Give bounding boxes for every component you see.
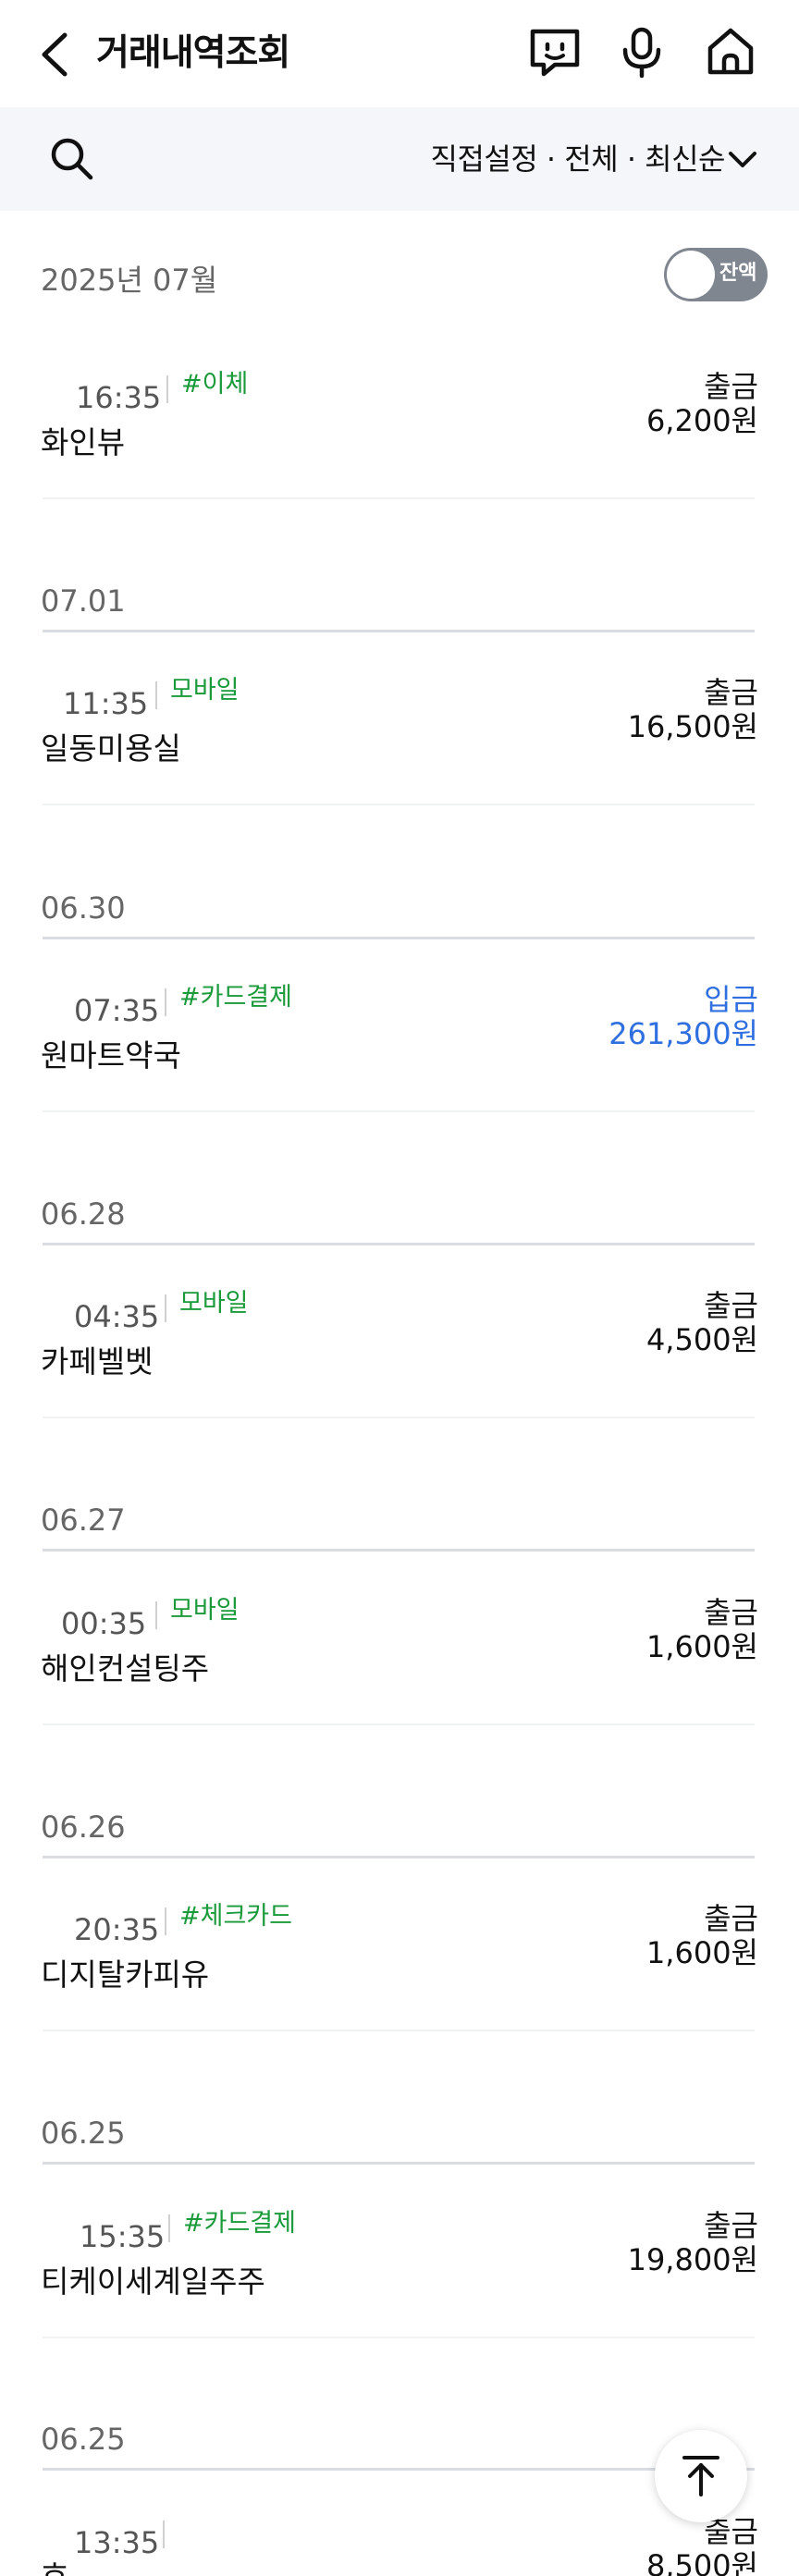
row-divider [43, 2030, 755, 2031]
transaction-type: 입금 [704, 982, 758, 1017]
date-divider [43, 2468, 755, 2471]
transaction-amount: 19,800원 [627, 2242, 758, 2277]
transaction-type: 출금 [704, 2208, 758, 2243]
date-divider [43, 937, 755, 939]
transaction-row[interactable]: 11:35 모바일 일동미용실 출금 16,500원 [0, 674, 799, 813]
microphone-icon[interactable] [614, 24, 670, 80]
scroll-top-button[interactable] [655, 2430, 747, 2522]
date-label: 06.27 [41, 1503, 126, 1538]
app-header: 거래내역조회 [0, 0, 799, 107]
date-divider [43, 630, 755, 632]
transaction-amount: 8,500원 [645, 2548, 758, 2576]
transaction-time: 04:35 [74, 1299, 160, 1334]
transaction-amount: 1,600원 [645, 1935, 758, 1970]
transaction-type: 출금 [704, 1901, 758, 1936]
balance-toggle[interactable]: 잔액 [664, 248, 768, 301]
transaction-time: 16:35 [76, 380, 162, 415]
transaction-row[interactable]: 13:35 흐 출금 8,500원 [0, 2513, 799, 2576]
time-separator [155, 1601, 157, 1629]
transaction-amount: 261,300원 [608, 1016, 758, 1051]
transaction-name: 티케이세계일주주 [41, 2263, 265, 2300]
month-label: 2025년 07월 [41, 263, 218, 298]
transaction-time: 07:35 [74, 993, 160, 1028]
arrow-up-icon [682, 2456, 719, 2496]
transaction-name: 디지탈카피유 [41, 1957, 210, 1993]
transaction-time: 11:35 [63, 686, 149, 721]
transaction-time: 15:35 [80, 2219, 166, 2254]
transaction-name: 화인뷰 [41, 424, 126, 460]
row-divider [43, 1417, 755, 1418]
row-divider [43, 1110, 755, 1112]
time-separator [165, 1907, 166, 1935]
date-divider [43, 1243, 755, 1245]
transaction-type: 출금 [704, 1288, 758, 1323]
toggle-label: 잔액 [719, 262, 757, 285]
transaction-tag: 모바일 [170, 1596, 240, 1625]
time-separator [168, 2214, 170, 2242]
time-separator [155, 681, 157, 709]
date-label: 06.28 [41, 1196, 126, 1232]
time-separator [165, 1294, 166, 1322]
transaction-amount: 4,500원 [645, 1322, 758, 1357]
transaction-time: 20:35 [74, 1912, 160, 1947]
date-label: 06.25 [41, 2116, 126, 2151]
transaction-row[interactable]: 04:35 모바일 카페벨벳 출금 4,500원 [0, 1287, 799, 1426]
time-separator [163, 2521, 165, 2548]
toggle-knob [667, 251, 715, 299]
date-divider [43, 2162, 755, 2165]
transaction-row[interactable]: 07:35 #카드결제 원마트약국 입금 261,300원 [0, 981, 799, 1120]
transaction-tag: 모바일 [179, 1289, 249, 1318]
date-label: 06.25 [41, 2422, 126, 2457]
transaction-tag: #카드결제 [179, 983, 292, 1012]
transaction-amount: 6,200원 [645, 403, 758, 438]
chatbot-icon[interactable] [527, 24, 583, 80]
row-divider [43, 1723, 755, 1725]
transaction-row[interactable]: 15:35 #카드결제 티케이세계일주주 출금 19,800원 [0, 2207, 799, 2346]
date-divider [43, 1549, 755, 1552]
transaction-name: 원마트약국 [41, 1037, 181, 1073]
date-label: 07.01 [41, 583, 126, 619]
transaction-tag: #카드결제 [183, 2209, 296, 2238]
row-divider [43, 497, 755, 499]
chevron-down-icon[interactable] [727, 148, 758, 172]
transaction-name: 흐 [41, 2556, 68, 2576]
back-chevron-icon[interactable] [33, 28, 80, 81]
transaction-tag: 모바일 [170, 676, 240, 705]
date-label: 06.26 [41, 1809, 126, 1845]
transaction-row[interactable]: 00:35 모바일 해인컨설팅주 출금 1,600원 [0, 1594, 799, 1733]
transaction-row[interactable]: 16:35 #이체 화인뷰 출금 6,200원 [0, 368, 799, 507]
row-divider [43, 803, 755, 805]
home-icon[interactable] [703, 24, 758, 80]
transaction-type: 출금 [704, 1595, 758, 1630]
filter-bar: 직접설정 · 전체 · 최신순 [0, 107, 799, 211]
page-title: 거래내역조회 [96, 32, 290, 74]
row-divider [43, 2337, 755, 2338]
transaction-name: 해인컨설팅주 [41, 1650, 210, 1687]
transaction-time: 00:35 [61, 1606, 147, 1641]
transaction-tag: #이체 [181, 370, 249, 399]
transaction-amount: 16,500원 [627, 709, 758, 744]
time-separator [165, 988, 166, 1016]
filter-summary[interactable]: 직접설정 · 전체 · 최신순 [431, 139, 726, 179]
transaction-row[interactable]: 20:35 #체크카드 디지탈카피유 출금 1,600원 [0, 1900, 799, 2039]
transaction-name: 일동미용실 [41, 730, 181, 767]
transaction-amount: 1,600원 [645, 1629, 758, 1664]
transaction-time: 13:35 [74, 2525, 160, 2560]
transaction-tag: #체크카드 [179, 1902, 292, 1931]
transaction-name: 카페벨벳 [41, 1343, 154, 1380]
transaction-type: 출금 [704, 675, 758, 710]
search-icon[interactable] [48, 135, 96, 183]
date-label: 06.30 [41, 890, 126, 926]
time-separator [166, 375, 168, 403]
transaction-type: 출금 [704, 369, 758, 404]
date-divider [43, 1856, 755, 1858]
